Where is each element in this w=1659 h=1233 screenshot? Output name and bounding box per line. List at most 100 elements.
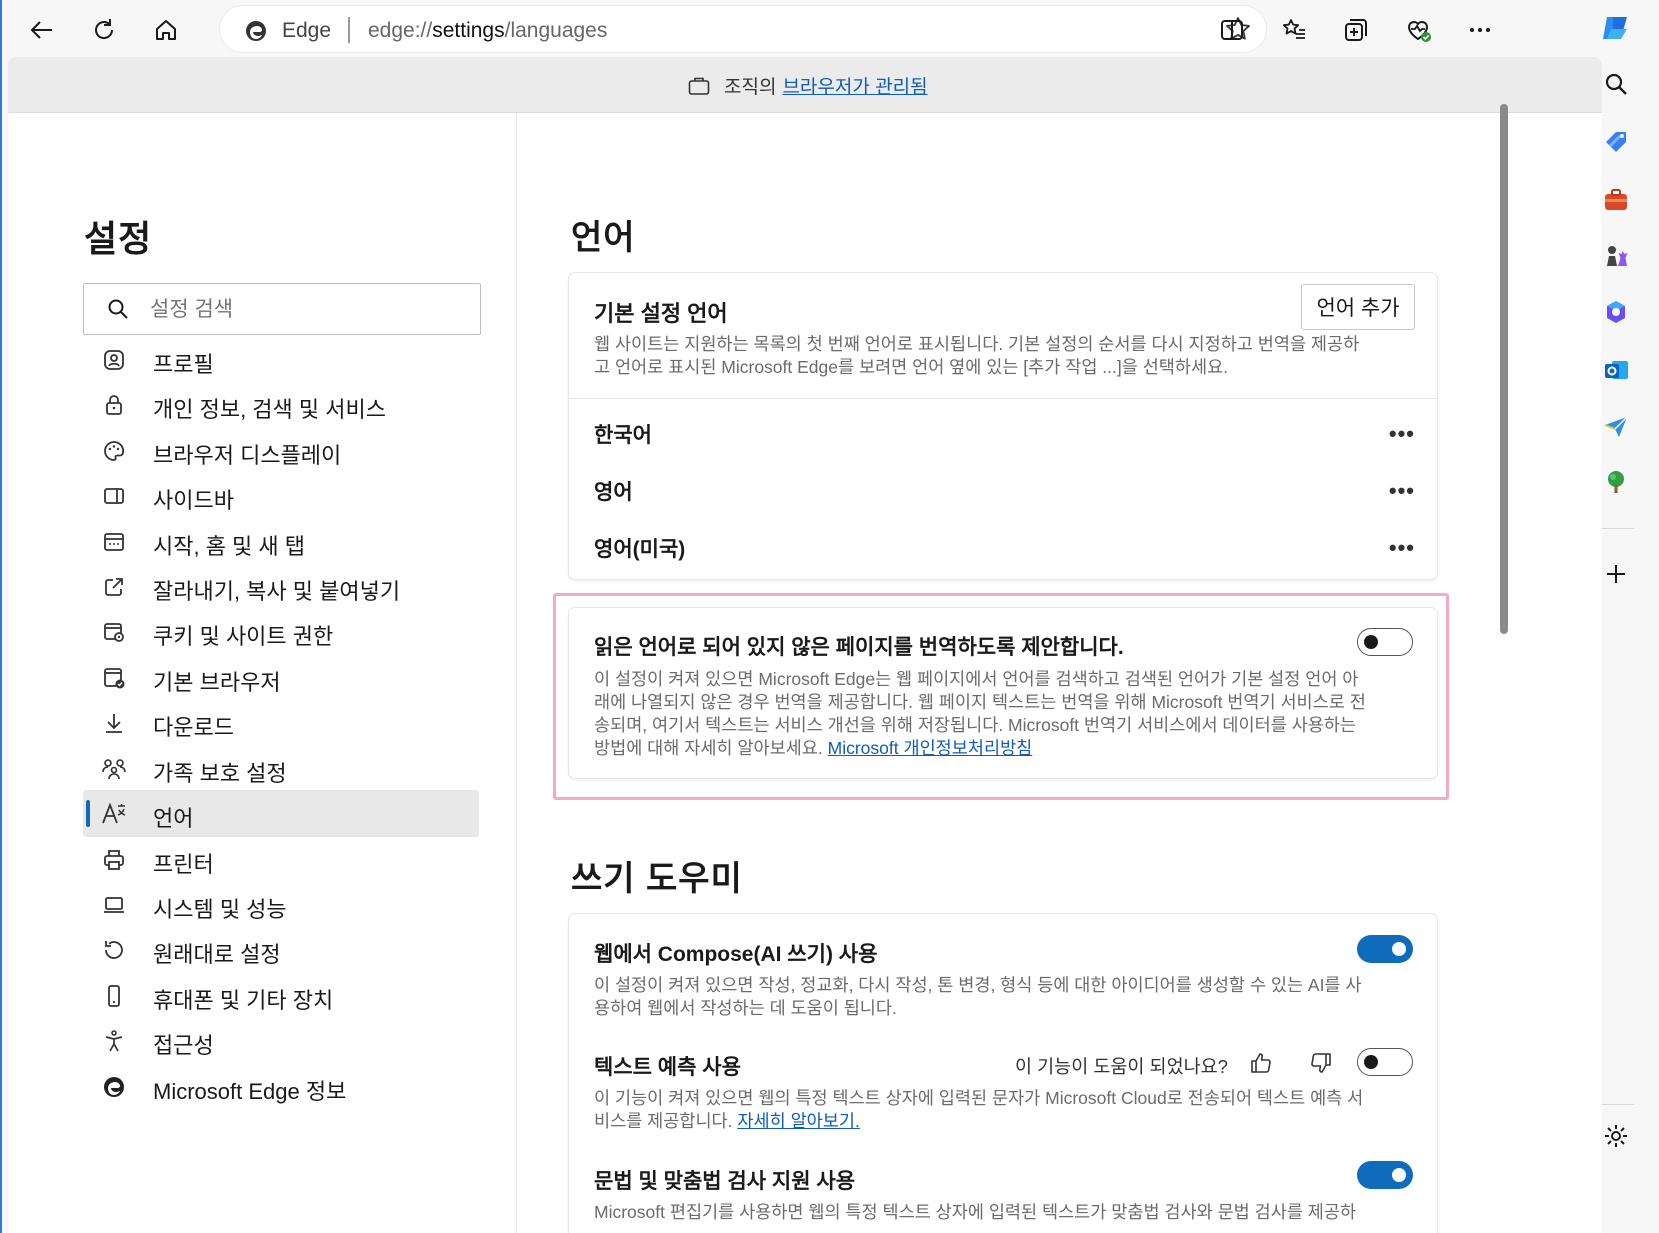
sidebar-item-site-permissions[interactable]: 쿠키 및 사이트 권한	[83, 608, 479, 655]
outlook-button[interactable]	[1596, 350, 1636, 390]
reset-icon	[101, 937, 127, 963]
language-name: 한국어	[594, 424, 652, 447]
settings-main: 언어 기본 설정 언어 언어 추가 웹 사이트는 지원하는 목록의 첫 번째 언…	[517, 113, 1587, 1233]
sidebar-item-about[interactable]: Microsoft Edge 정보	[83, 1063, 479, 1110]
favorites-button[interactable]	[1276, 12, 1312, 48]
add-language-button[interactable]: 언어 추가	[1301, 284, 1415, 330]
microsoft365-button[interactable]	[1596, 292, 1636, 332]
tree-button[interactable]	[1596, 462, 1636, 502]
briefcase-icon	[1602, 186, 1630, 214]
thumbs-up-button[interactable]	[1247, 1049, 1275, 1077]
drop-button[interactable]	[1596, 406, 1636, 446]
tag-icon	[1602, 128, 1630, 156]
site-permissions-icon	[101, 619, 127, 645]
sidebar-item-label: 프로필	[153, 352, 214, 377]
games-button[interactable]	[1596, 236, 1636, 276]
toggle-knob	[1392, 1168, 1406, 1182]
learn-more-link[interactable]: 자세히 알아보기.	[737, 1111, 859, 1131]
thumbs-down-icon	[1309, 1051, 1333, 1075]
more-actions-button[interactable]: •••	[1389, 535, 1415, 561]
managed-by-org-bar: 조직의 브라우저가 관리됨	[8, 57, 1602, 113]
home-icon	[153, 17, 179, 43]
sidebar-item-phone[interactable]: 휴대폰 및 기타 장치	[83, 972, 479, 1019]
settings-search-box[interactable]	[83, 283, 481, 335]
thumbs-up-icon	[1249, 1051, 1273, 1075]
copilot-button[interactable]	[1596, 8, 1636, 48]
sidebar-item-reset[interactable]: 원래대로 설정	[83, 926, 479, 973]
sidebar-item-label: 사이드바	[153, 488, 234, 513]
sidebar-item-sidebar[interactable]: 사이드바	[83, 472, 479, 519]
copilot-icon	[1599, 11, 1633, 45]
privacy-policy-link[interactable]: Microsoft 개인정보처리방침	[828, 738, 1033, 758]
settings-search-input[interactable]	[148, 295, 452, 325]
split-screen-icon	[1219, 17, 1245, 43]
address-site-label: Edge	[282, 19, 332, 42]
search-icon	[1603, 71, 1629, 97]
vertical-scrollbar[interactable]	[1498, 104, 1510, 1233]
sidebar-item-languages[interactable]: 언어	[83, 790, 479, 837]
sidebar-item-printers[interactable]: 프린터	[83, 836, 479, 883]
compose-toggle[interactable]	[1357, 935, 1413, 963]
sidebar-item-profile[interactable]: 프로필	[83, 336, 479, 383]
sidebar-item-downloads[interactable]: 다운로드	[83, 699, 479, 746]
sidebar-item-appearance[interactable]: 브라우저 디스플레이	[83, 427, 479, 474]
toggle-knob	[1392, 942, 1406, 956]
edge-icon	[101, 1074, 127, 1100]
sidebar-item-privacy[interactable]: 개인 정보, 검색 및 서비스	[83, 381, 479, 428]
grammar-spellcheck-title: 문법 및 맞춤법 검사 지원 사용	[594, 1170, 856, 1193]
sidebar-item-label: 시작, 홈 및 새 탭	[153, 534, 306, 559]
shopping-button[interactable]	[1596, 122, 1636, 162]
thumbs-down-button[interactable]	[1307, 1049, 1335, 1077]
home-button[interactable]	[148, 12, 184, 48]
text-prediction-title: 텍스트 예측 사용	[594, 1056, 741, 1079]
scrollbar-thumb[interactable]	[1500, 104, 1508, 634]
feedback-question: 이 기능이 도움이 되었나요?	[1015, 1056, 1228, 1077]
sidebar-item-default-browser[interactable]: 기본 브라우저	[83, 654, 479, 701]
sidebar-item-label: 휴대폰 및 기타 장치	[153, 988, 334, 1013]
back-arrow-icon	[29, 17, 55, 43]
search-sidebar-button[interactable]	[1596, 64, 1636, 104]
palette-icon	[101, 438, 127, 464]
sidebar-item-accessibility[interactable]: 접근성	[83, 1017, 479, 1064]
favorites-list-icon	[1281, 17, 1307, 43]
preferred-languages-card: 기본 설정 언어 언어 추가 웹 사이트는 지원하는 목록의 첫 번째 언어로 …	[569, 273, 1437, 579]
address-url[interactable]: edge://settings/languages	[368, 19, 607, 43]
default-browser-icon	[101, 665, 127, 691]
writing-assistance-card: 웹에서 Compose(AI 쓰기) 사용 이 설정이 켜져 있으면 작성, 정…	[569, 914, 1437, 1233]
briefcase-outline-icon	[688, 76, 710, 96]
collections-button[interactable]	[1338, 12, 1374, 48]
language-row: 영어 •••	[569, 462, 1437, 518]
offer-translate-toggle[interactable]	[1357, 628, 1413, 656]
address-bar[interactable]: Edge edge://settings/languages	[220, 6, 1266, 52]
browser-essentials-button[interactable]	[1400, 12, 1436, 48]
sidebar-item-label: 프린터	[153, 852, 214, 877]
tools-button[interactable]	[1596, 180, 1636, 220]
accessibility-icon	[101, 1028, 127, 1054]
page-content: 조직의 브라우저가 관리됨 설정 프로필 개인 정보, 검색 및 서비스 브라우…	[8, 57, 1602, 1233]
grammar-spellcheck-toggle[interactable]	[1357, 1161, 1413, 1189]
address-separator	[348, 17, 350, 43]
text-prediction-toggle[interactable]	[1357, 1048, 1413, 1076]
paper-plane-icon	[1602, 412, 1630, 440]
sidebar-item-system[interactable]: 시스템 및 성능	[83, 881, 479, 928]
refresh-icon	[91, 17, 117, 43]
more-actions-button[interactable]: •••	[1389, 421, 1415, 447]
split-screen-button[interactable]	[1214, 12, 1250, 48]
compose-desc: 이 설정이 켜져 있으면 작성, 정교화, 다시 작성, 톤 변경, 형식 등에…	[594, 975, 1362, 1018]
preferred-languages-title: 기본 설정 언어	[594, 301, 728, 326]
back-button[interactable]	[24, 12, 60, 48]
add-sidebar-app-button[interactable]	[1596, 554, 1636, 594]
sidebar-item-share[interactable]: 잘라내기, 복사 및 붙여넣기	[83, 563, 479, 610]
heart-pulse-icon	[1404, 16, 1432, 44]
more-actions-button[interactable]: •••	[1389, 478, 1415, 504]
sidebar-item-family[interactable]: 가족 보호 설정	[83, 745, 479, 792]
more-menu-button[interactable]	[1462, 12, 1498, 48]
sidebar-settings-button[interactable]	[1596, 1116, 1636, 1156]
refresh-button[interactable]	[86, 12, 122, 48]
sidebar-item-start-home[interactable]: 시작, 홈 및 새 탭	[83, 518, 479, 565]
sidebar-item-label: 개인 정보, 검색 및 서비스	[153, 397, 386, 422]
offer-translate-title: 읽은 언어로 되어 있지 않은 페이지를 번역하도록 제안합니다.	[594, 636, 1124, 659]
outlook-icon	[1602, 356, 1630, 384]
managed-link[interactable]: 브라우저가 관리됨	[782, 72, 927, 99]
sidebar-item-label: 쿠키 및 사이트 권한	[153, 624, 334, 649]
